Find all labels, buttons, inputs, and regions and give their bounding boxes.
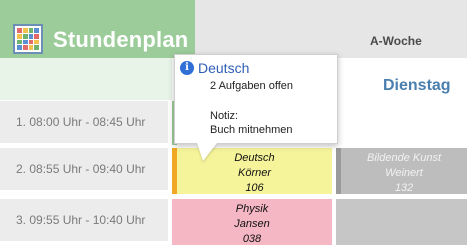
- lesson-kunst[interactable]: Bildende Kunst Weinert 132: [336, 148, 467, 194]
- lesson-subject: Physik: [235, 203, 269, 215]
- lesson-room: 106: [245, 182, 264, 194]
- lesson-teacher: Jansen: [234, 218, 270, 230]
- popup-note-text: Buch mitnehmen: [210, 124, 293, 136]
- time-slot-2: 2. 08:55 Uhr - 09:40 Uhr: [0, 148, 168, 190]
- lesson-empty[interactable]: [336, 199, 467, 245]
- popup-note-label: Notiz:: [210, 110, 239, 122]
- info-icon: i: [180, 61, 194, 75]
- week-header: [195, 0, 467, 58]
- lesson-subject: Bildende Kunst: [367, 152, 441, 164]
- popup-tasks: 2 Aufgaben offen: [210, 80, 293, 92]
- lesson-deutsch[interactable]: Deutsch Körner 106: [172, 148, 332, 194]
- day-header-corner: [0, 58, 172, 100]
- time-slot-3: 3. 09:55 Uhr - 10:40 Uhr: [0, 199, 168, 241]
- lesson-room: 038: [242, 233, 262, 245]
- week-label[interactable]: A-Woche: [370, 34, 422, 48]
- day-label: Dienstag: [383, 77, 451, 94]
- lesson-teacher: Körner: [237, 167, 272, 179]
- lesson-physik[interactable]: Physik Jansen 038: [172, 199, 332, 245]
- popup-tail: [197, 143, 217, 161]
- lesson-teacher: Weinert: [385, 167, 423, 179]
- lesson-room: 132: [394, 182, 414, 194]
- time-slot-1: 1. 08:00 Uhr - 08:45 Uhr: [0, 101, 168, 143]
- timetable-grid-icon: [13, 24, 43, 54]
- popup-title: Deutsch: [198, 60, 250, 76]
- app-title: Stundenplan: [53, 27, 189, 52]
